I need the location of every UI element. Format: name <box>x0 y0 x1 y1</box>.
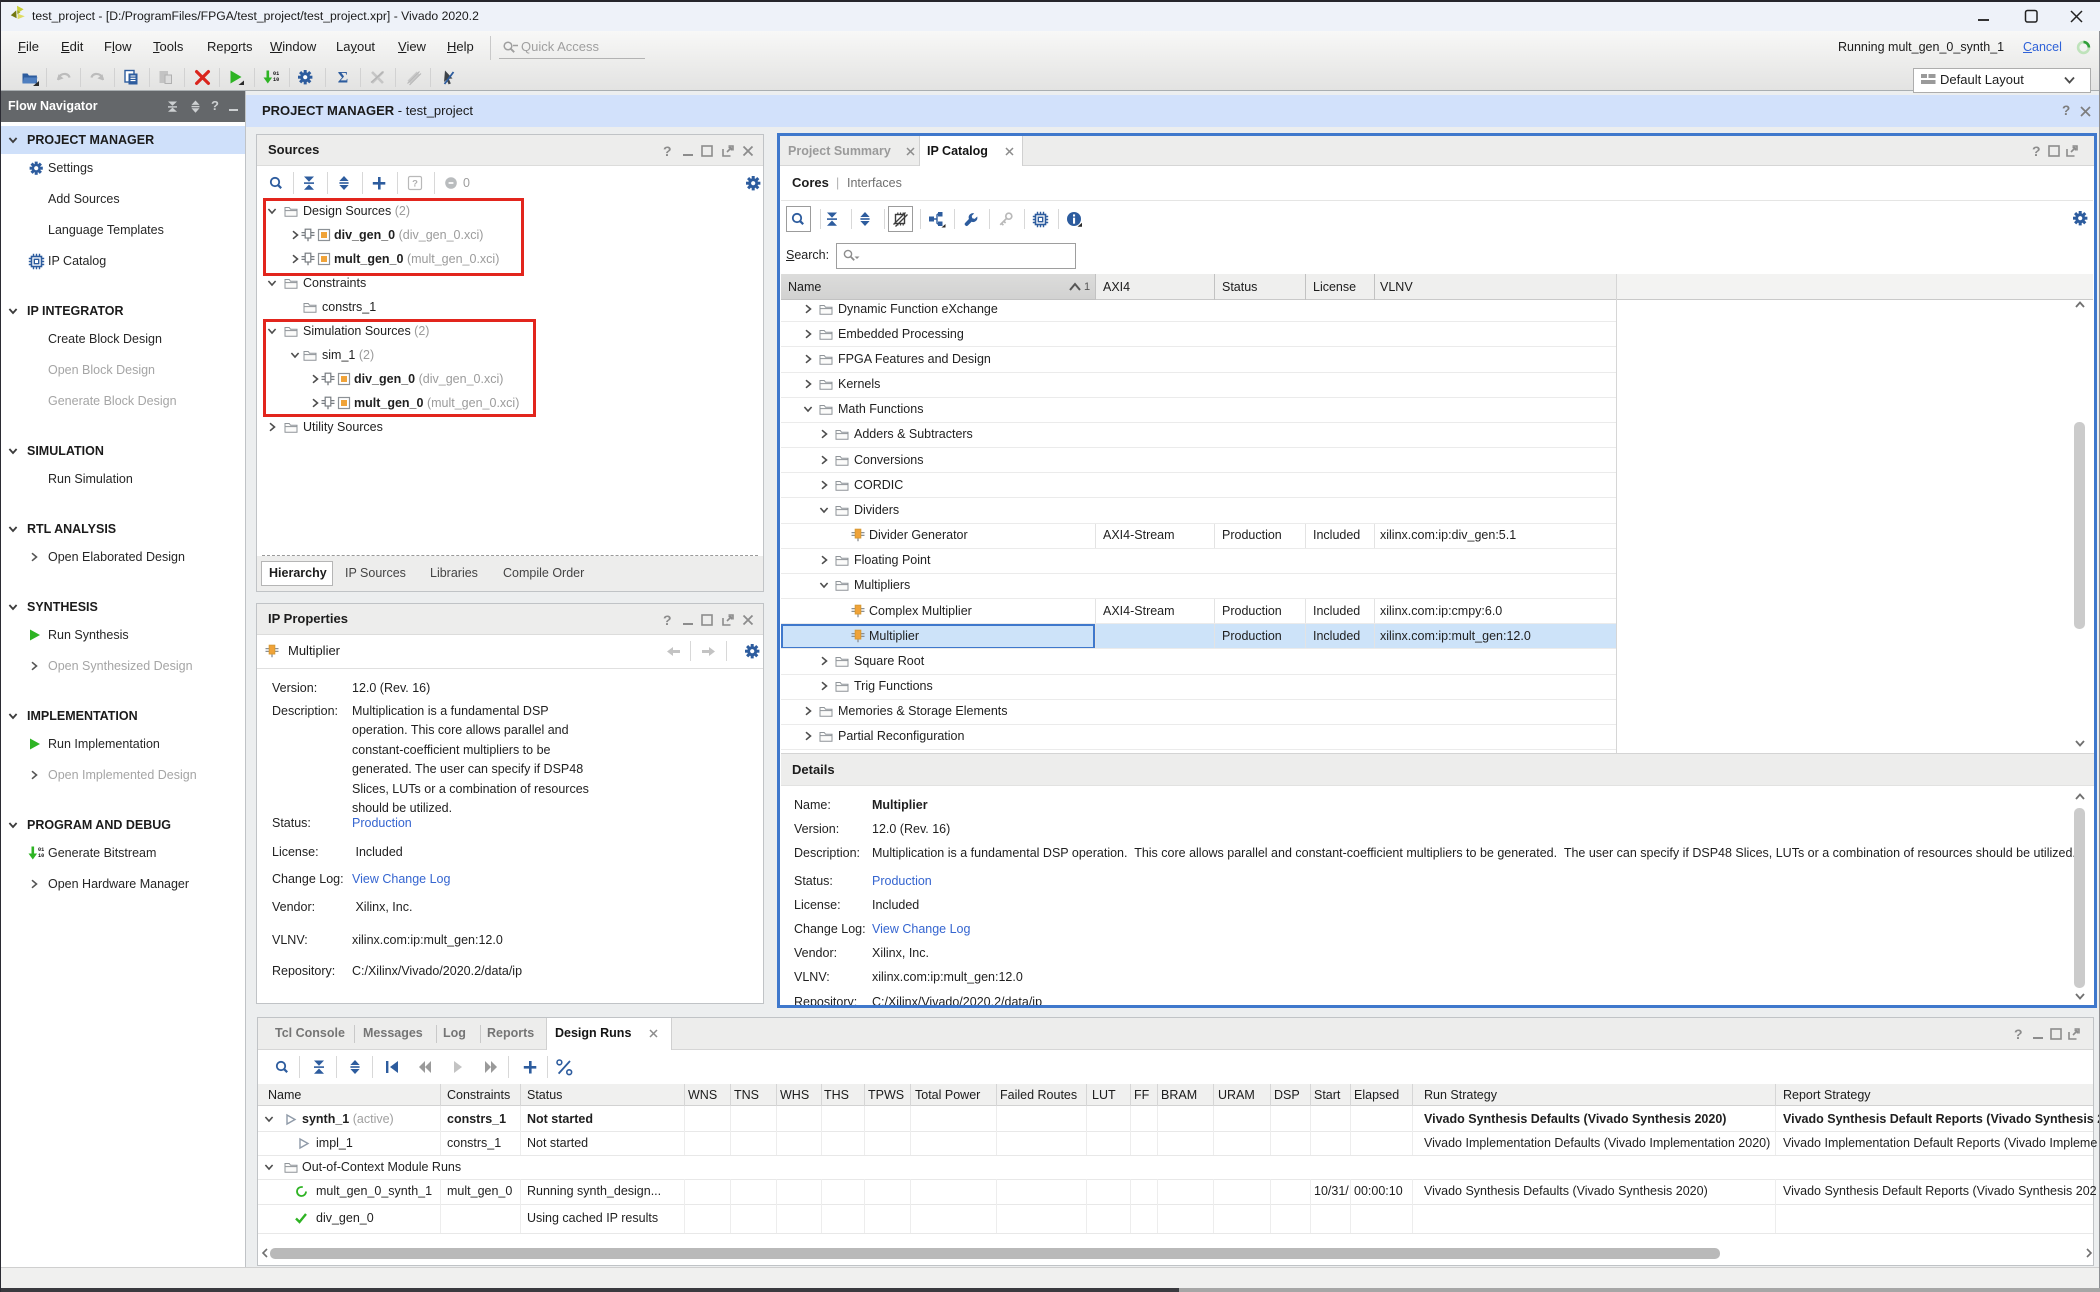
svg-text:?: ? <box>412 179 418 190</box>
svg-text:Σ: Σ <box>338 70 348 87</box>
svg-text:10: 10 <box>38 853 44 859</box>
svg-text:10: 10 <box>273 77 279 83</box>
